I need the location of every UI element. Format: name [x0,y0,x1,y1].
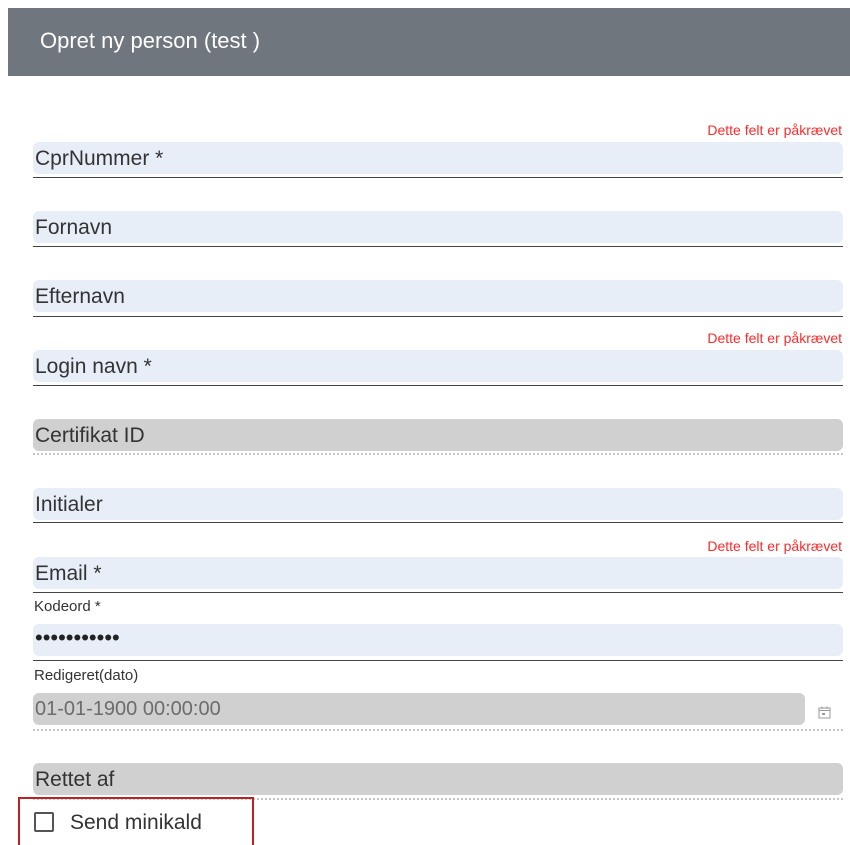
email-label: Email * [35,562,102,585]
password-value: ••••••••••• [35,625,120,650]
password-underline [33,660,843,661]
edited-date-label: Redigeret(dato) [34,667,139,684]
send-minikald-label[interactable]: Send minikald [70,811,202,835]
first-name-underline [33,246,843,247]
initials-underline [33,522,843,523]
last-name-label: Efternavn [35,285,125,308]
login-required-message: Dette felt er påkrævet [707,330,842,346]
email-required-message: Dette felt er påkrævet [707,538,842,554]
last-name-underline [33,316,843,317]
last-name-field[interactable]: Efternavn [33,280,843,312]
calendar-icon[interactable] [818,706,831,719]
send-minikald-checkbox[interactable] [34,812,54,832]
first-name-label: Fornavn [35,216,113,239]
dialog-header: Opret ny person (test ) [8,8,850,76]
initials-field[interactable]: Initialer [33,488,843,520]
login-name-label: Login navn * [35,355,152,378]
login-name-field[interactable]: Login navn * [33,350,843,382]
edited-date-underline [33,729,843,731]
edited-by-field: Rettet af [33,763,843,795]
cpr-number-label: CprNummer * [35,147,164,170]
edited-date-value: 01-01-1900 00:00:00 [35,698,221,720]
first-name-field[interactable]: Fornavn [33,211,843,243]
login-name-underline [33,385,843,386]
password-field[interactable]: ••••••••••• [33,624,843,656]
certificate-id-field: Certifikat ID [33,419,843,451]
certificate-id-underline [33,453,843,455]
cpr-number-field[interactable]: CprNummer * [33,142,843,174]
dialog-title: Opret ny person (test ) [40,28,261,53]
cpr-required-message: Dette felt er påkrævet [707,122,842,138]
email-underline [33,592,843,593]
password-label: Kodeord * [34,598,101,615]
edited-by-label: Rettet af [35,768,115,791]
initials-label: Initialer [35,493,103,516]
edited-date-field: 01-01-1900 00:00:00 [33,693,805,725]
email-field[interactable]: Email * [33,557,843,589]
certificate-id-label: Certifikat ID [35,424,145,447]
cpr-number-underline [33,177,843,178]
